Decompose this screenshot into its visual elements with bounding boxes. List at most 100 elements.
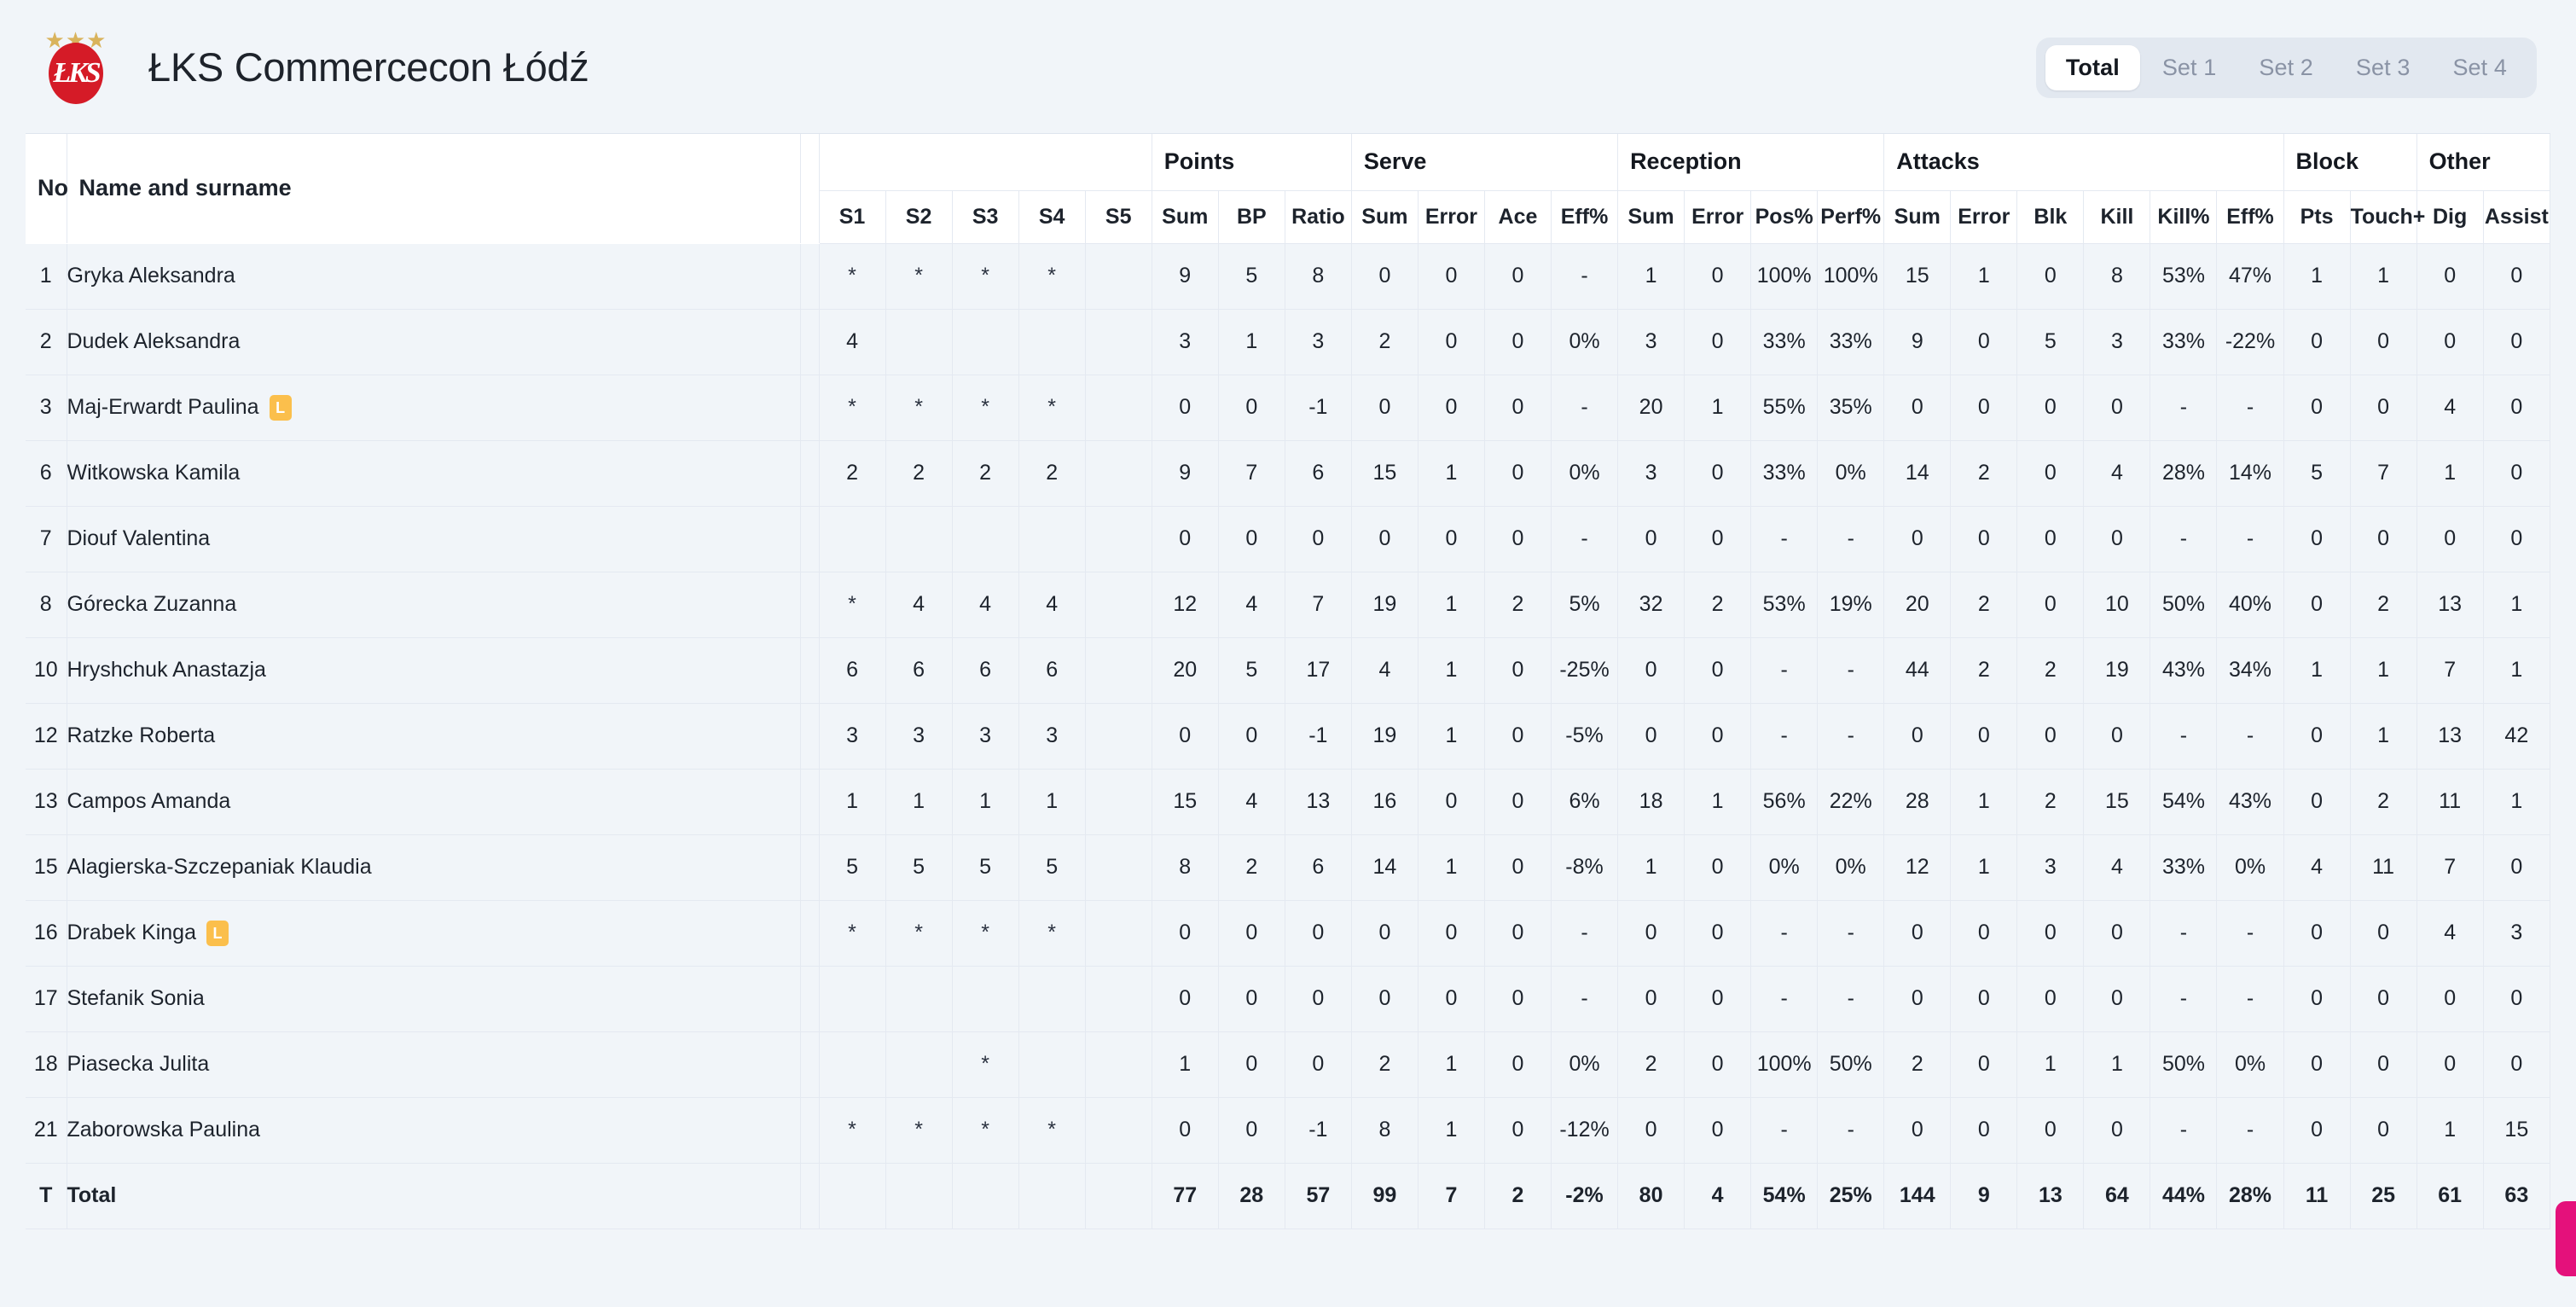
libero-badge: L bbox=[269, 394, 292, 421]
cell-player-name[interactable]: Gryka Aleksandra bbox=[67, 243, 801, 310]
cell-attacks-eff: 14% bbox=[2216, 440, 2284, 507]
cell-set-1: * bbox=[819, 375, 886, 441]
cell-block-touch: 1 bbox=[2350, 703, 2417, 770]
cell-set-1: 5 bbox=[819, 834, 886, 901]
cell-set-5 bbox=[1085, 900, 1152, 967]
cell-set-1: * bbox=[819, 900, 886, 967]
header-s5[interactable]: S5 bbox=[1085, 190, 1152, 244]
header-attacks-sum[interactable]: Sum bbox=[1883, 190, 1952, 244]
header-other-dig[interactable]: Dig bbox=[2416, 190, 2484, 244]
cell-set-2: * bbox=[885, 243, 953, 310]
cell-player-name[interactable]: Campos Amanda bbox=[67, 769, 801, 835]
player-name-label: Hryshchuk Anastazja bbox=[67, 658, 266, 682]
tab-set-3[interactable]: Set 3 bbox=[2335, 45, 2431, 90]
cell-other-dig: 0 bbox=[2416, 1031, 2484, 1098]
cell-attacks-sum: 28 bbox=[1883, 769, 1952, 835]
cell-serve-sum: 0 bbox=[1351, 900, 1419, 967]
cell-attacks-blk: 5 bbox=[2016, 309, 2085, 375]
header-s3[interactable]: S3 bbox=[952, 190, 1019, 244]
player-name-label: Witkowska Kamila bbox=[67, 461, 241, 485]
cell-attacks-killpct: 28% bbox=[2150, 440, 2218, 507]
header-reception-perf[interactable]: Perf% bbox=[1817, 190, 1885, 244]
cell-player-name[interactable]: Stefanik Sonia bbox=[67, 966, 801, 1032]
cell-serve-ace: 0 bbox=[1484, 309, 1552, 375]
player-name-label: Zaborowska Paulina bbox=[67, 1118, 261, 1141]
header-attacks-error[interactable]: Error bbox=[1950, 190, 2018, 244]
cell-spacer bbox=[800, 375, 820, 441]
cell-points-ratio: 0 bbox=[1285, 506, 1352, 572]
cell-player-name[interactable]: Alagierska-Szczepaniak Klaudia bbox=[67, 834, 801, 901]
cell-points-ratio: -1 bbox=[1285, 703, 1352, 770]
header-s4[interactable]: S4 bbox=[1018, 190, 1086, 244]
cell-attacks-kill: 8 bbox=[2083, 243, 2151, 310]
header-attacks-blk[interactable]: Blk bbox=[2016, 190, 2085, 244]
cell-points-ratio: 7 bbox=[1285, 572, 1352, 638]
cell-player-name[interactable]: Hryshchuk Anastazja bbox=[67, 637, 801, 704]
cell-set-4 bbox=[1018, 309, 1086, 375]
cell-attacks-blk: 0 bbox=[2016, 506, 2085, 572]
cell-set-1 bbox=[819, 1163, 886, 1229]
cell-player-name[interactable]: Ratzke Roberta bbox=[67, 703, 801, 770]
cell-reception-sum: 0 bbox=[1617, 900, 1685, 967]
cell-serve-ace: 2 bbox=[1484, 572, 1552, 638]
tab-set-2[interactable]: Set 2 bbox=[2238, 45, 2334, 90]
cell-attacks-sum: 0 bbox=[1883, 506, 1952, 572]
asterisk-icon: * bbox=[981, 1052, 989, 1076]
table-group-header-row: No Name and surname Points Serve Recepti… bbox=[26, 134, 2550, 244]
cell-player-number: 18 bbox=[26, 1031, 67, 1098]
header-attacks-eff[interactable]: Eff% bbox=[2216, 190, 2284, 244]
cell-set-5 bbox=[1085, 1097, 1152, 1164]
asterisk-icon: * bbox=[848, 592, 856, 616]
header-block-touch[interactable]: Touch+ bbox=[2350, 190, 2425, 244]
header-serve-sum[interactable]: Sum bbox=[1351, 190, 1419, 244]
header-points-sum[interactable]: Sum bbox=[1152, 190, 1219, 244]
cell-player-number: 8 bbox=[26, 572, 67, 638]
header-serve-error[interactable]: Error bbox=[1418, 190, 1485, 244]
cell-player-name[interactable]: Dudek Aleksandra bbox=[67, 309, 801, 375]
cell-serve-ace: 0 bbox=[1484, 703, 1552, 770]
header-s1[interactable]: S1 bbox=[819, 190, 886, 244]
cell-serve-eff: -12% bbox=[1551, 1097, 1619, 1164]
cell-block-pts: 4 bbox=[2283, 834, 2351, 901]
cell-player-name[interactable]: Górecka Zuzanna bbox=[67, 572, 801, 638]
cell-points-ratio: 57 bbox=[1285, 1163, 1352, 1229]
cell-set-4 bbox=[1018, 506, 1086, 572]
cell-player-name[interactable]: Maj-Erwardt Paulina L bbox=[67, 375, 801, 441]
cell-attacks-error: 0 bbox=[1950, 1031, 2018, 1098]
tab-set-1[interactable]: Set 1 bbox=[2142, 45, 2237, 90]
cell-serve-ace: 0 bbox=[1484, 1097, 1552, 1164]
cell-set-4 bbox=[1018, 1031, 1086, 1098]
cell-attacks-sum: 0 bbox=[1883, 375, 1952, 441]
cell-set-1: * bbox=[819, 572, 886, 638]
header-reception-error[interactable]: Error bbox=[1684, 190, 1752, 244]
header-points-bp[interactable]: BP bbox=[1218, 190, 1285, 244]
cell-serve-error: 0 bbox=[1418, 900, 1485, 967]
header-serve-ace[interactable]: Ace bbox=[1484, 190, 1552, 244]
header-block-pts[interactable]: Pts bbox=[2283, 190, 2351, 244]
cell-points-sum: 0 bbox=[1152, 900, 1219, 967]
header-reception-sum[interactable]: Sum bbox=[1617, 190, 1685, 244]
cell-reception-error: 4 bbox=[1684, 1163, 1752, 1229]
cell-player-name[interactable]: Drabek Kinga L bbox=[67, 900, 801, 967]
cell-attacks-kill: 0 bbox=[2083, 506, 2151, 572]
header-s2[interactable]: S2 bbox=[885, 190, 953, 244]
cell-serve-error: 7 bbox=[1418, 1163, 1485, 1229]
cell-player-name[interactable]: Zaborowska Paulina bbox=[67, 1097, 801, 1164]
scroll-handle[interactable] bbox=[2556, 1201, 2576, 1276]
cell-player-name[interactable]: Diouf Valentina bbox=[67, 506, 801, 572]
header-serve-eff[interactable]: Eff% bbox=[1551, 190, 1619, 244]
header-points-ratio[interactable]: Ratio bbox=[1285, 190, 1352, 244]
cell-points-ratio: 0 bbox=[1285, 900, 1352, 967]
cell-attacks-error: 1 bbox=[1950, 834, 2018, 901]
cell-reception-pos: 0% bbox=[1750, 834, 1819, 901]
tab-total[interactable]: Total bbox=[2045, 45, 2140, 90]
table-row: 21 Zaborowska Paulina * * * * 0 0 -1 8 1 0 -12% 0 0- -0… bbox=[26, 1097, 2550, 1164]
header-reception-pos[interactable]: Pos% bbox=[1750, 190, 1819, 244]
header-attacks-killpct[interactable]: Kill% bbox=[2150, 190, 2218, 244]
cell-player-name[interactable]: Witkowska Kamila bbox=[67, 440, 801, 507]
tab-set-4[interactable]: Set 4 bbox=[2432, 45, 2527, 90]
cell-reception-error: 0 bbox=[1684, 900, 1752, 967]
cell-player-name[interactable]: Piasecka Julita bbox=[67, 1031, 801, 1098]
header-other-assist[interactable]: Assist bbox=[2483, 190, 2550, 244]
header-attacks-kill[interactable]: Kill bbox=[2083, 190, 2151, 244]
